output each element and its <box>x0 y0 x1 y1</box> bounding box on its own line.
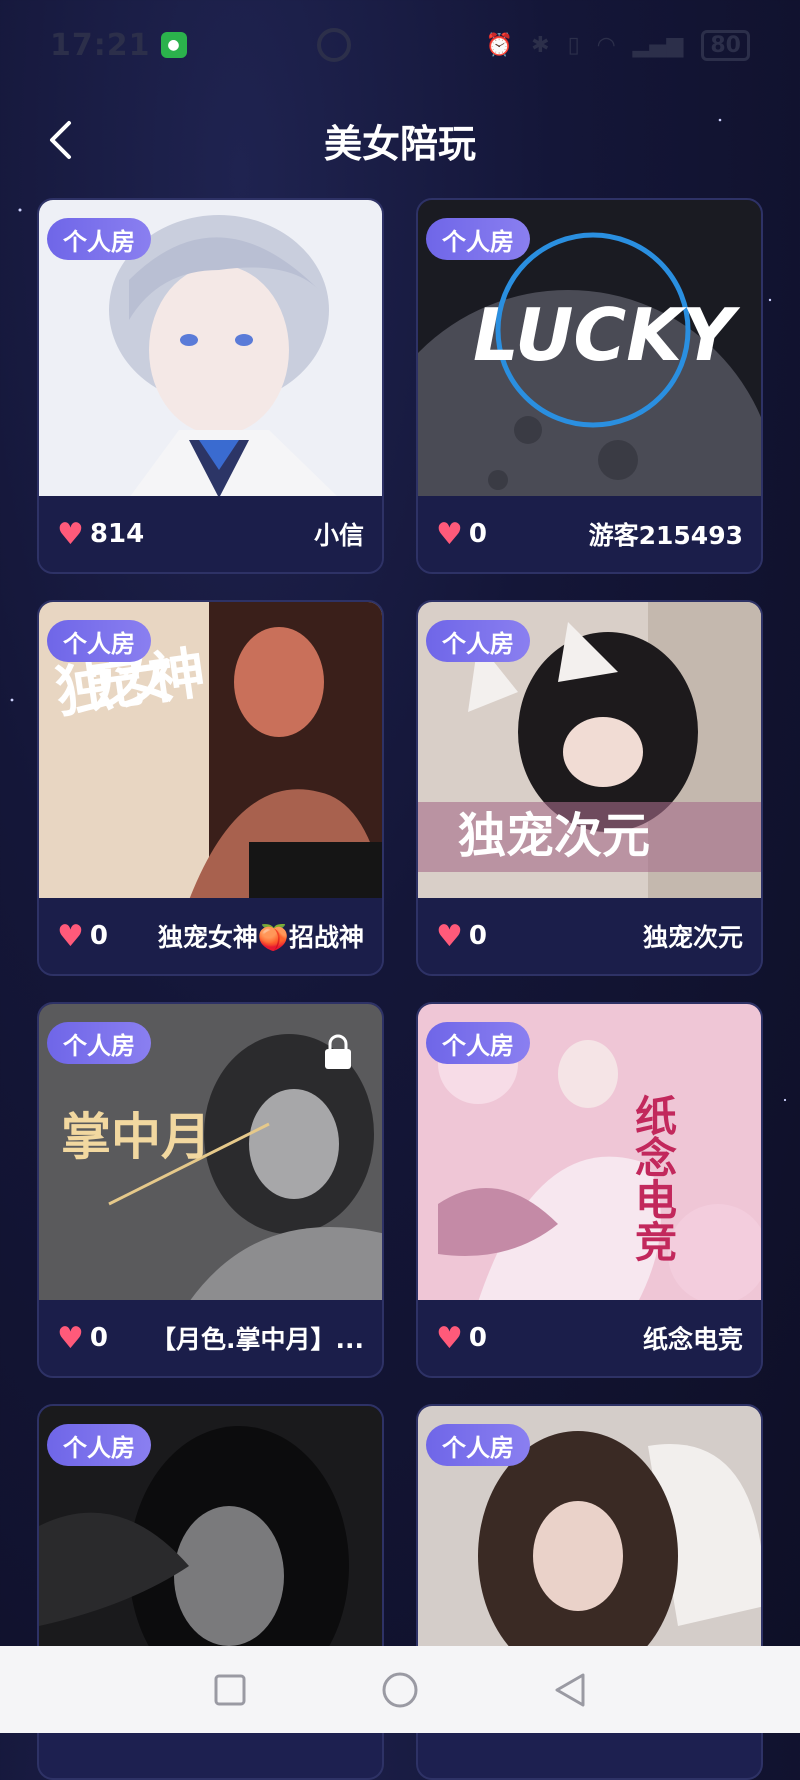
square-icon <box>214 1674 246 1705</box>
alarm-icon: ⏰ <box>485 32 514 58</box>
room-name: 独宠女神🍑招战神 <box>157 923 364 952</box>
cover-art-text: 纸念电竞 <box>629 1094 678 1262</box>
speed-icon <box>316 28 351 62</box>
cover-art-text: 掌中月 <box>61 1107 211 1166</box>
card-footer: ♥ 0 独宠女神🍑招战神 <box>39 898 382 974</box>
heart-icon: ♥ <box>57 918 84 954</box>
lock-icon <box>322 1034 354 1074</box>
header: 美女陪玩 <box>0 90 800 190</box>
heart-icon: ♥ <box>436 918 463 954</box>
room-name: 游客215493 <box>588 521 743 550</box>
like-count: 0 <box>89 921 108 951</box>
triangle-back-icon <box>555 1673 585 1706</box>
vibrate-icon: ▯ <box>567 32 580 58</box>
private-room-tag: 个人房 <box>47 218 151 260</box>
private-room-tag: 个人房 <box>426 218 530 260</box>
system-navigation-bar <box>0 1646 800 1733</box>
heart-icon: ♥ <box>436 1320 463 1356</box>
wechat-icon: ● <box>160 32 187 58</box>
room-card[interactable]: 掌中月 个人房 ♥ 0 【月色.掌中月】... <box>37 1002 384 1378</box>
card-footer: ♥ 0 游客215493 <box>418 496 761 572</box>
room-name: 【月色.掌中月】... <box>151 1325 364 1354</box>
room-card[interactable]: 纸念电竞 个人房 ♥ 0 纸念电竞 <box>416 1002 763 1378</box>
private-room-tag: 个人房 <box>426 1424 530 1466</box>
room-name: 纸念电竞 <box>642 1325 743 1354</box>
room-card[interactable]: 独宠女神 个人房 ♥ 0 独宠女神🍑招战神 <box>37 600 384 976</box>
private-room-tag: 个人房 <box>426 1022 530 1064</box>
room-name: 独宠次元 <box>642 923 743 952</box>
heart-icon: ♥ <box>57 1320 84 1356</box>
home-button[interactable] <box>380 1670 420 1710</box>
back-button[interactable] <box>40 120 80 160</box>
page-title: 美女陪玩 <box>323 121 476 166</box>
room-card[interactable]: LUCKY 个人房 ♥ 0 游客215493 <box>416 198 763 574</box>
like-count: 0 <box>468 1323 487 1353</box>
card-footer: ♥ 0 独宠次元 <box>418 898 761 974</box>
like-count: 0 <box>468 519 487 549</box>
chevron-left-icon <box>50 121 71 159</box>
room-card[interactable]: 个人房 ♥ 814 小信 <box>37 198 384 574</box>
bluetooth-icon: ✱ <box>531 32 550 58</box>
private-room-tag: 个人房 <box>47 620 151 662</box>
private-room-tag: 个人房 <box>47 1022 151 1064</box>
room-grid: 个人房 ♥ 814 小信 LUCKY 个人房 ♥ 0 游客215493 独宠女神… <box>37 198 763 1780</box>
heart-icon: ♥ <box>57 516 84 552</box>
recent-apps-button[interactable] <box>210 1670 250 1710</box>
status-icons: ⏰ ✱ ▯ ◠ ▂▄▆ 80 <box>485 29 750 61</box>
like-count: 0 <box>89 1323 108 1353</box>
card-footer: ♥ 814 小信 <box>39 496 382 572</box>
status-bar: 17:21 ● ⏰ ✱ ▯ ◠ ▂▄▆ 80 <box>0 0 800 90</box>
system-back-button[interactable] <box>550 1670 590 1710</box>
heart-icon: ♥ <box>436 516 463 552</box>
card-footer: ♥ 0 纸念电竞 <box>418 1300 761 1376</box>
battery-icon: 80 <box>701 29 750 61</box>
private-room-tag: 个人房 <box>426 620 530 662</box>
private-room-tag: 个人房 <box>47 1424 151 1466</box>
cover-art-text: 独宠次元 <box>458 808 650 864</box>
room-card[interactable]: 独宠次元 个人房 ♥ 0 独宠次元 <box>416 600 763 976</box>
wifi-icon: ◠ <box>597 32 615 58</box>
circle-icon <box>382 1672 418 1707</box>
lucky-logo-text: LUCKY <box>473 293 741 377</box>
like-count: 0 <box>468 921 487 951</box>
room-name: 小信 <box>313 521 364 550</box>
like-count: 814 <box>89 519 145 549</box>
signal-icon: ▂▄▆ <box>632 32 684 58</box>
card-footer: ♥ 0 【月色.掌中月】... <box>39 1300 382 1376</box>
status-time: 17:21 <box>50 27 151 63</box>
